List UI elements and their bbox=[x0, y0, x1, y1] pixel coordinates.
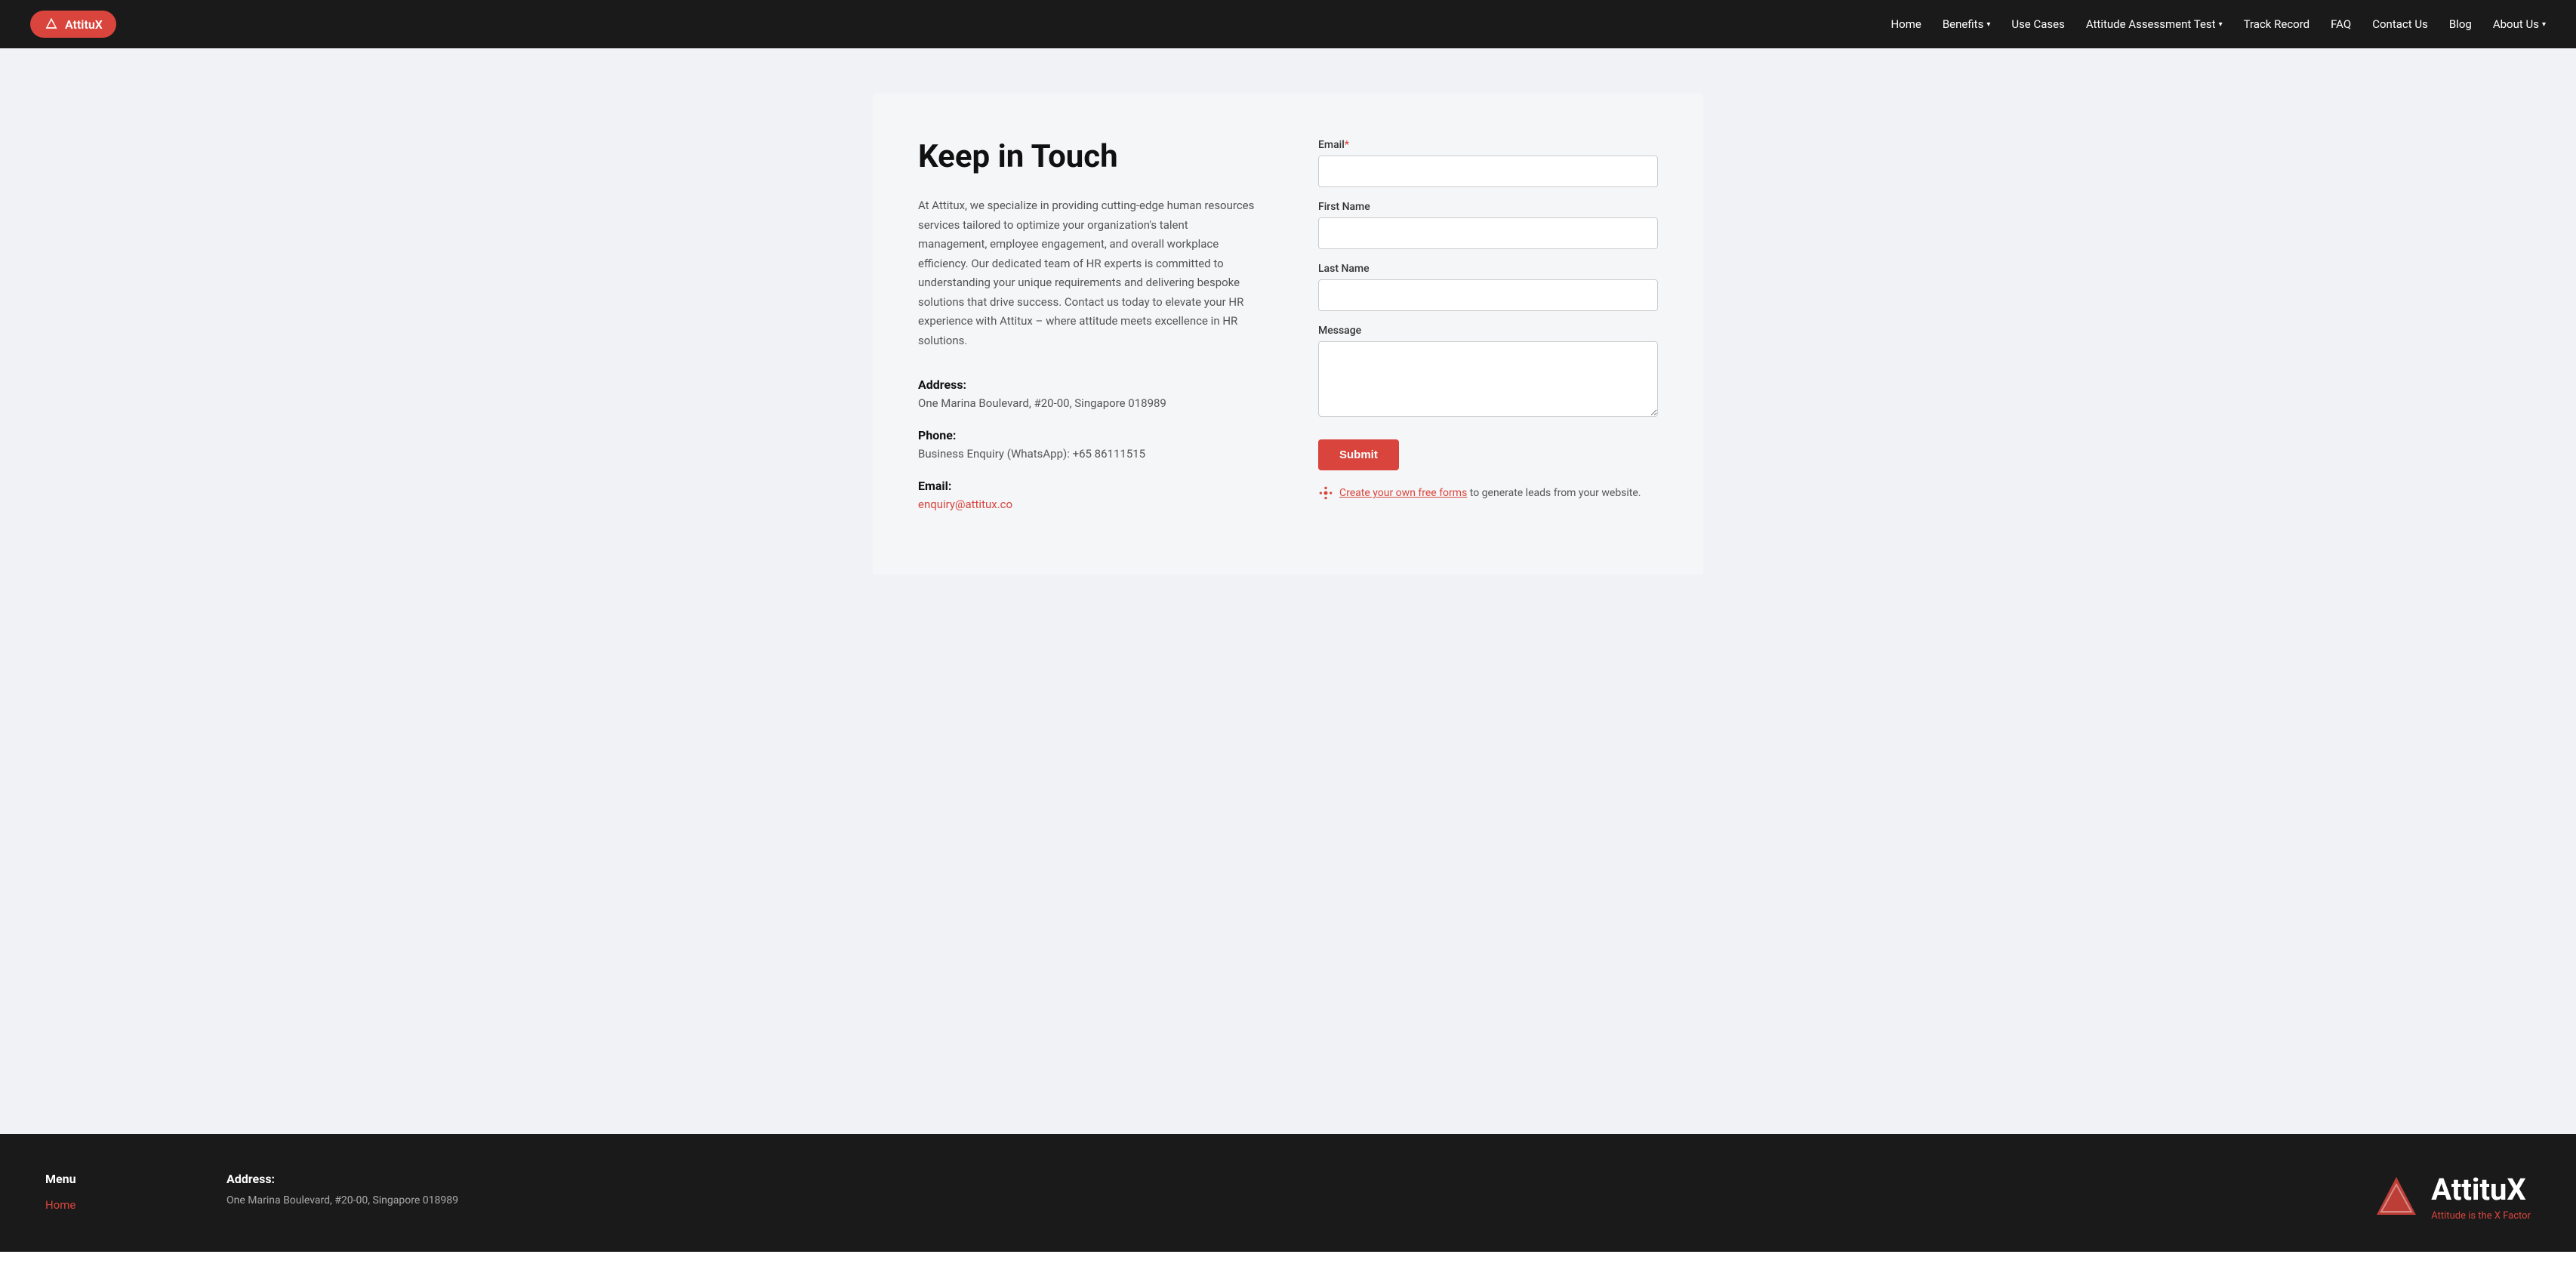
hubspot-note: Create your own free forms to generate l… bbox=[1318, 485, 1658, 501]
logo-text: AttituX bbox=[65, 17, 103, 32]
nav-item-blog[interactable]: Blog bbox=[2449, 17, 2472, 31]
nav-item-about[interactable]: About Us ▾ bbox=[2493, 17, 2546, 31]
logo[interactable]: AttituX bbox=[30, 11, 116, 38]
contact-info: Keep in Touch At Attitux, we specialize … bbox=[918, 139, 1258, 529]
description: At Attitux, we specialize in providing c… bbox=[918, 196, 1258, 350]
email-field-label: Email* bbox=[1318, 139, 1658, 151]
hubspot-icon bbox=[1318, 485, 1333, 501]
chevron-down-icon: ▾ bbox=[1986, 20, 1990, 29]
navbar: AttituX Home Benefits ▾ Use Cases Attitu… bbox=[0, 0, 2576, 48]
nav-item-attitude-assessment[interactable]: Attitude Assessment Test ▾ bbox=[2086, 17, 2223, 31]
footer-brand: AttituX Attitude is the X Factor bbox=[2374, 1172, 2531, 1222]
email-field-group: Email* bbox=[1318, 139, 1658, 187]
phone-section: Phone: Business Enquiry (WhatsApp): +65 … bbox=[918, 428, 1258, 461]
footer-menu-heading: Menu bbox=[45, 1172, 166, 1186]
email-link[interactable]: enquiry@attitux.co bbox=[918, 498, 1012, 511]
main-content: Keep in Touch At Attitux, we specialize … bbox=[0, 48, 2576, 1134]
logo-icon bbox=[44, 17, 59, 32]
address-value: One Marina Boulevard, #20-00, Singapore … bbox=[918, 396, 1258, 410]
footer: Menu Home Address: One Marina Boulevard,… bbox=[0, 1134, 2576, 1252]
nav-item-home[interactable]: Home bbox=[1890, 17, 1921, 31]
phone-label: Phone: bbox=[918, 428, 1258, 442]
nav-item-use-cases[interactable]: Use Cases bbox=[2011, 17, 2065, 31]
footer-menu: Menu Home bbox=[45, 1172, 166, 1216]
message-field-group: Message bbox=[1318, 325, 1658, 420]
last-name-input[interactable] bbox=[1318, 279, 1658, 311]
submit-button[interactable]: Submit bbox=[1318, 439, 1399, 470]
first-name-field-group: First Name bbox=[1318, 201, 1658, 249]
address-label: Address: bbox=[918, 377, 1258, 392]
chevron-down-icon: ▾ bbox=[2219, 20, 2223, 29]
nav-item-track-record[interactable]: Track Record bbox=[2244, 17, 2310, 31]
email-value: enquiry@attitux.co bbox=[918, 498, 1258, 511]
footer-menu-item-home[interactable]: Home bbox=[45, 1198, 166, 1212]
contact-form: Email* First Name Last Name Message Subm… bbox=[1318, 139, 1658, 529]
email-section: Email: enquiry@attitux.co bbox=[918, 479, 1258, 511]
nav-item-contact[interactable]: Contact Us bbox=[2372, 17, 2428, 31]
phone-value: Business Enquiry (WhatsApp): +65 8611151… bbox=[918, 447, 1258, 461]
footer-address: Address: One Marina Boulevard, #20-00, S… bbox=[226, 1172, 458, 1209]
last-name-field-group: Last Name bbox=[1318, 263, 1658, 311]
nav-item-faq[interactable]: FAQ bbox=[2331, 17, 2351, 31]
hubspot-link[interactable]: Create your own free forms bbox=[1339, 487, 1467, 499]
nav-item-benefits[interactable]: Benefits ▾ bbox=[1943, 17, 1991, 31]
footer-logo-text: AttituX bbox=[2431, 1172, 2531, 1207]
last-name-label: Last Name bbox=[1318, 263, 1658, 275]
email-label: Email: bbox=[918, 479, 1258, 493]
footer-tagline: Attitude is the X Factor bbox=[2431, 1210, 2531, 1222]
footer-address-value: One Marina Boulevard, #20-00, Singapore … bbox=[226, 1192, 458, 1209]
first-name-label: First Name bbox=[1318, 201, 1658, 213]
footer-logo-icon bbox=[2374, 1174, 2419, 1219]
message-label: Message bbox=[1318, 325, 1658, 337]
address-section: Address: One Marina Boulevard, #20-00, S… bbox=[918, 377, 1258, 410]
page-title: Keep in Touch bbox=[918, 139, 1258, 175]
message-input[interactable] bbox=[1318, 341, 1658, 417]
first-name-input[interactable] bbox=[1318, 217, 1658, 249]
footer-address-heading: Address: bbox=[226, 1172, 458, 1186]
email-input[interactable] bbox=[1318, 156, 1658, 187]
chevron-down-icon: ▾ bbox=[2542, 20, 2546, 29]
nav-menu: Home Benefits ▾ Use Cases Attitude Asses… bbox=[1890, 17, 2546, 31]
contact-card: Keep in Touch At Attitux, we specialize … bbox=[873, 94, 1703, 575]
